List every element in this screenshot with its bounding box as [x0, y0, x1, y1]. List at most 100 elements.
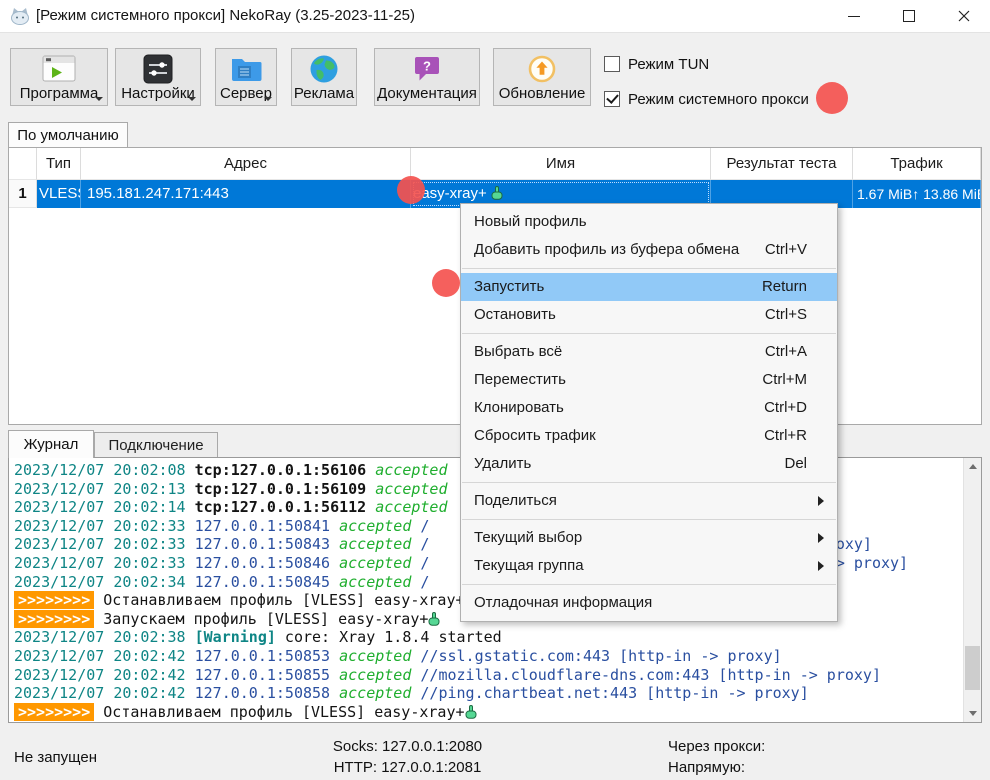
hand-cursor-icon	[428, 610, 440, 628]
menu-separator	[462, 482, 836, 483]
log-segment-text: Запускаем профиль [VLESS] easy-xray+	[94, 610, 428, 628]
column-header[interactable]: Трафик	[853, 148, 981, 180]
row-number[interactable]: 1	[9, 180, 37, 208]
column-header[interactable]: Адрес	[81, 148, 411, 180]
menu-separator	[462, 584, 836, 585]
menu-item-label: Поделиться	[474, 492, 557, 509]
menu-item[interactable]: КлонироватьCtrl+D	[461, 394, 837, 422]
log-segment-time: 2023/12/07 20:02:13	[14, 480, 195, 498]
log-segment-addr: 127.0.0.1:50845	[195, 573, 340, 591]
log-line: 2023/12/07 20:02:38 [Warning] core: Xray…	[14, 628, 964, 647]
log-segment-time: 2023/12/07 20:02:42	[14, 666, 195, 684]
log-segment-acc: accepted	[339, 535, 420, 553]
toolbar-button-docs[interactable]: ?Документация	[374, 48, 480, 106]
context-menu: Новый профиль Добавить профиль из буфера …	[460, 203, 838, 622]
menu-item-label: Выбрать всё	[474, 343, 562, 360]
log-segment-time: 2023/12/07 20:02:33	[14, 554, 195, 572]
scrollbar-thumb[interactable]	[965, 646, 980, 690]
toolbar-button-program[interactable]: Программа	[10, 48, 108, 106]
log-segment-addr: 127.0.0.1:50853	[195, 647, 340, 665]
checkbox-tun-mode[interactable]: Режим TUN	[604, 55, 709, 73]
column-header[interactable]: Тип	[37, 148, 81, 180]
log-segment-addr: -> proxy]	[827, 554, 908, 572]
menu-item[interactable]: Текущая группа	[461, 552, 837, 580]
menu-item[interactable]: Новый профиль	[461, 208, 837, 236]
tab-default-group-label: По умолчанию	[17, 127, 118, 144]
log-segment-addr: 127.0.0.1:50841	[195, 517, 340, 535]
log-segment-arrow: >>>>>>>>	[14, 591, 94, 609]
menu-item[interactable]: Отладочная информация	[461, 589, 837, 617]
nekoray-window: [Режим системного прокси] NekoRay (3.25-…	[0, 0, 990, 780]
scroll-down-icon[interactable]	[964, 705, 981, 722]
menu-item[interactable]: ОстановитьCtrl+S	[461, 301, 837, 329]
svg-text:?: ?	[423, 58, 431, 73]
log-scrollbar[interactable]	[963, 458, 981, 722]
maximize-button[interactable]	[893, 6, 925, 26]
menu-item[interactable]: Сбросить трафикCtrl+R	[461, 422, 837, 450]
toolbar-button-label: Реклама	[294, 85, 354, 102]
log-segment-addr: 127.0.0.1:50858	[195, 684, 340, 702]
column-header[interactable]: Результат теста	[711, 148, 853, 180]
click-marker	[397, 176, 425, 204]
window-title: [Режим системного прокси] NekoRay (3.25-…	[36, 0, 415, 32]
submenu-arrow-icon	[818, 561, 824, 571]
tab-default-group[interactable]: По умолчанию	[8, 122, 128, 148]
log-line: >>>>>>>> Останавливаем профиль [VLESS] e…	[14, 703, 964, 722]
toolbar-button-update[interactable]: Обновление	[493, 48, 591, 106]
column-header[interactable]: Имя	[411, 148, 711, 180]
log-segment-arrow: >>>>>>>>	[14, 610, 94, 628]
column-header-rownum[interactable]	[9, 148, 37, 180]
menu-item[interactable]: ЗапуститьReturn	[461, 273, 837, 301]
toolbar-button-ads[interactable]: Реклама	[291, 48, 357, 106]
log-segment-acc: accepted	[375, 480, 447, 498]
log-segment-acc: accepted	[339, 647, 420, 665]
cell-address[interactable]: 195.181.247.171:443	[81, 180, 411, 208]
log-segment-addr: 127.0.0.1:50843	[195, 535, 340, 553]
log-segment-time: 2023/12/07 20:02:42	[14, 684, 195, 702]
tab-log[interactable]: Журнал	[8, 430, 94, 458]
cell-traffic[interactable]: 1.67 MiB↑ 13.86 MiB↓	[853, 180, 981, 208]
minimize-icon	[848, 16, 860, 17]
log-line: 2023/12/07 20:02:42 127.0.0.1:50855 acce…	[14, 666, 964, 685]
toolbar-button-server[interactable]: Сервер	[215, 48, 277, 106]
toolbar-button-settings[interactable]: Настройки	[115, 48, 201, 106]
close-button[interactable]	[948, 6, 980, 26]
log-segment-addr: 127.0.0.1:50855	[195, 666, 340, 684]
menu-item[interactable]: Текущий выбор	[461, 524, 837, 552]
log-segment-time: 2023/12/07 20:02:42	[14, 647, 195, 665]
status-via-proxy: Через прокси:	[668, 736, 765, 757]
scroll-up-icon[interactable]	[964, 458, 981, 475]
submenu-arrow-icon	[818, 496, 824, 506]
checkbox-system-proxy-mode-box[interactable]	[604, 91, 620, 107]
log-segment-time: 2023/12/07 20:02:38	[14, 628, 195, 646]
dropdown-arrow-icon	[95, 97, 103, 101]
checkbox-tun-mode-box[interactable]	[604, 56, 620, 72]
status-listen-addresses: Socks: 127.0.0.1:2080 HTTP: 127.0.0.1:20…	[295, 736, 520, 778]
checkbox-system-proxy-mode[interactable]: Режим системного прокси	[604, 90, 809, 108]
log-segment-text: Останавливаем профиль [VLESS] easy-xray+	[94, 591, 464, 609]
menu-item-label: Переместить	[474, 371, 566, 388]
program-icon	[42, 49, 76, 85]
menu-item[interactable]: ПереместитьCtrl+M	[461, 366, 837, 394]
menu-item[interactable]: Выбрать всёCtrl+A	[461, 338, 837, 366]
menu-item-shortcut: Ctrl+S	[765, 301, 807, 329]
menu-item[interactable]: Добавить профиль из буфера обменаCtrl+V	[461, 236, 837, 264]
menu-item[interactable]: УдалитьDel	[461, 450, 837, 478]
menu-item-shortcut: Return	[762, 273, 807, 301]
checkbox-system-proxy-mode-label: Режим системного прокси	[628, 91, 809, 108]
hand-cursor-icon	[465, 703, 477, 721]
log-segment-text: core: Xray 1.8.4 started	[276, 628, 502, 646]
log-segment-acc: accepted	[339, 684, 420, 702]
log-segment-tcp: tcp:127.0.0.1:56109	[195, 480, 376, 498]
click-marker	[816, 82, 848, 114]
server-icon	[230, 49, 262, 85]
log-segment-tcp: tcp:127.0.0.1:56106	[195, 461, 376, 479]
menu-item[interactable]: Поделиться	[461, 487, 837, 515]
log-segment-addr: //mozilla.cloudflare-dns.com:443 [http-i…	[420, 666, 881, 684]
cell-type[interactable]: VLESS	[37, 180, 81, 208]
minimize-button[interactable]	[838, 6, 870, 26]
menu-item-label: Новый профиль	[474, 213, 587, 230]
checkbox-tun-mode-label: Режим TUN	[628, 56, 709, 73]
log-segment-time: 2023/12/07 20:02:08	[14, 461, 195, 479]
tab-connections[interactable]: Подключение	[94, 432, 218, 458]
